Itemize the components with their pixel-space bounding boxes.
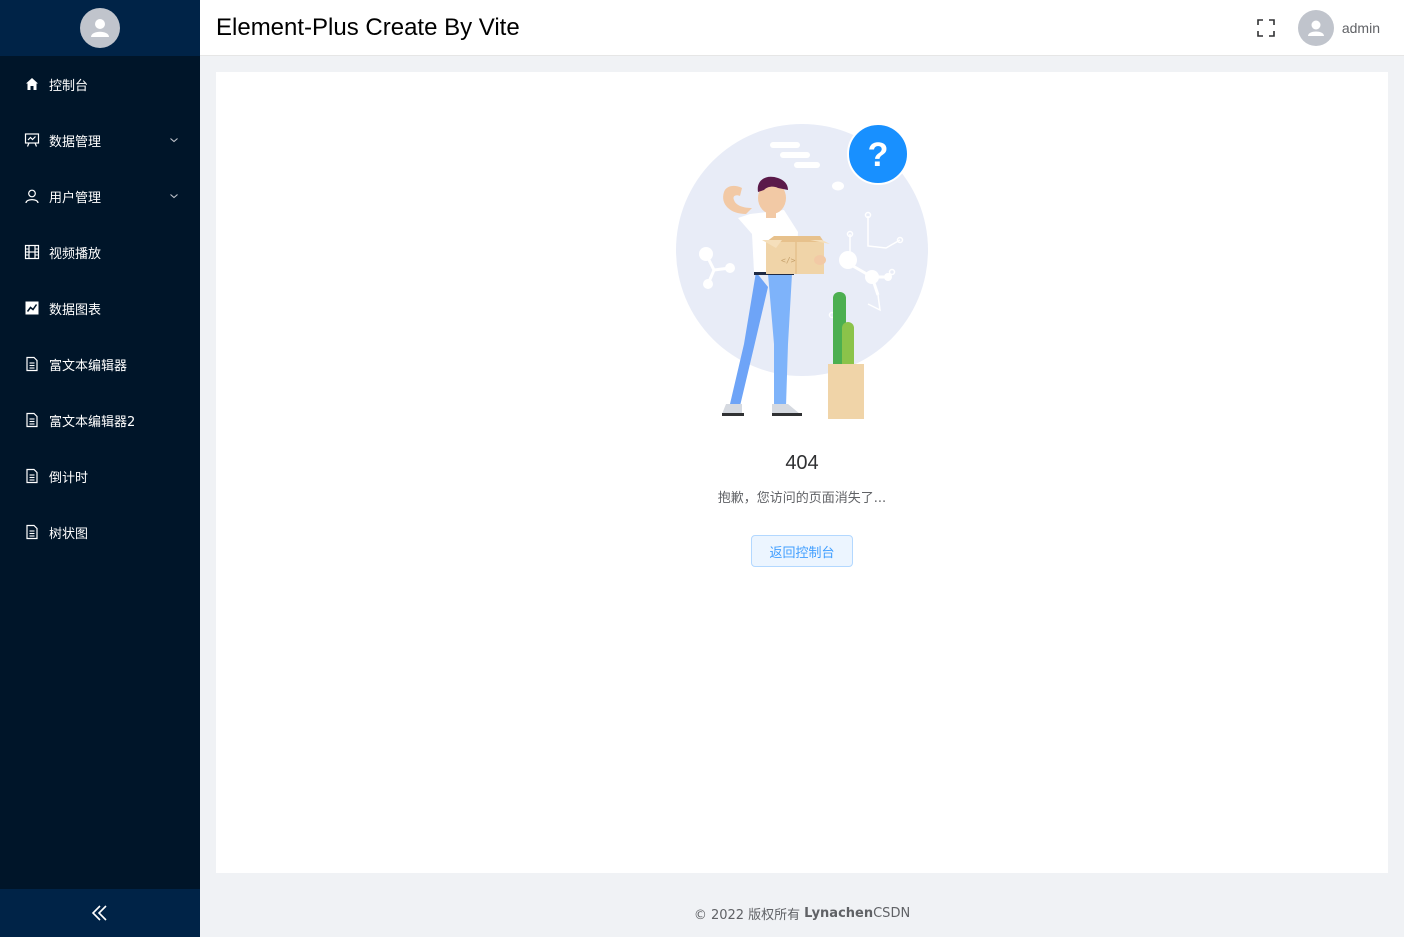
sidebar: 控制台 数据管理 用户管理 视频播放 数据图表 富文本编辑器 富文本编辑器2 倒… <box>0 0 200 937</box>
user-avatar-icon <box>1307 20 1324 36</box>
document-icon <box>24 356 40 372</box>
chevron-down-icon <box>168 134 180 146</box>
back-to-dashboard-button[interactable]: 返回控制台 <box>751 535 853 567</box>
sidebar-item-user-management[interactable]: 用户管理 <box>0 168 200 224</box>
sidebar-item-label: 倒计时 <box>49 470 89 486</box>
footer: © 2022 版权所有 Lynachen CSDN <box>200 889 1404 937</box>
sidebar-item-label: 树状图 <box>49 526 89 542</box>
sidebar-item-label: 视频播放 <box>49 246 102 262</box>
presentation-icon <box>24 132 40 148</box>
sidebar-item-charts[interactable]: 数据图表 <box>0 280 200 336</box>
sidebar-item-label: 数据图表 <box>49 302 102 318</box>
user-icon <box>24 188 40 204</box>
sidebar-item-label: 数据管理 <box>49 134 102 150</box>
document-icon <box>24 412 40 428</box>
sidebar-item-label: 控制台 <box>49 78 89 94</box>
double-chevron-left-icon <box>91 905 107 921</box>
fullscreen-button[interactable] <box>1256 18 1276 38</box>
error-page-card: ? </> 404 抱歉，您访问的页面消失了... 返回控制台 <box>216 72 1388 873</box>
chevron-down-icon <box>168 190 180 202</box>
chart-icon <box>24 300 40 316</box>
sidebar-item-rich-editor[interactable]: 富文本编辑器 <box>0 336 200 392</box>
sidebar-menu: 控制台 数据管理 用户管理 视频播放 数据图表 富文本编辑器 富文本编辑器2 倒… <box>0 56 200 560</box>
user-avatar[interactable] <box>1297 10 1334 46</box>
csdn-link[interactable]: CSDN <box>873 906 910 921</box>
home-icon <box>24 76 40 92</box>
error-code: 404 <box>785 452 819 474</box>
document-icon <box>24 468 40 484</box>
404-illustration: ? </> <box>676 123 928 419</box>
sidebar-item-countdown[interactable]: 倒计时 <box>0 448 200 504</box>
fullscreen-icon <box>1257 19 1275 37</box>
question-mark: ? <box>868 136 889 174</box>
sidebar-item-rich-editor-2[interactable]: 富文本编辑器2 <box>0 392 200 448</box>
sidebar-item-tree[interactable]: 树状图 <box>0 504 200 560</box>
error-message: 抱歉，您访问的页面消失了... <box>717 491 887 506</box>
sidebar-item-data-management[interactable]: 数据管理 <box>0 112 200 168</box>
sidebar-logo-area <box>0 0 200 56</box>
sidebar-item-label: 富文本编辑器 <box>49 358 128 374</box>
collapse-sidebar-button[interactable] <box>0 889 200 937</box>
sidebar-item-label: 富文本编辑器2 <box>49 414 136 430</box>
author-name: Lynachen <box>804 905 874 921</box>
sidebar-item-dashboard[interactable]: 控制台 <box>0 56 200 112</box>
document-icon <box>24 524 40 540</box>
sidebar-item-video[interactable]: 视频播放 <box>0 224 200 280</box>
user-avatar-icon <box>91 19 109 37</box>
username[interactable]: admin <box>1342 20 1380 36</box>
logo-avatar[interactable] <box>80 8 120 48</box>
copyright-text: © 2022 版权所有 <box>693 907 801 923</box>
sidebar-item-label: 用户管理 <box>49 190 102 206</box>
film-icon <box>24 244 40 260</box>
header-actions: admin <box>1256 0 1380 56</box>
top-header: Element-Plus Create By Vite admin <box>200 0 1404 56</box>
app-title: Element-Plus Create By Vite <box>216 13 520 41</box>
svg-text:</>: </> <box>781 256 796 265</box>
